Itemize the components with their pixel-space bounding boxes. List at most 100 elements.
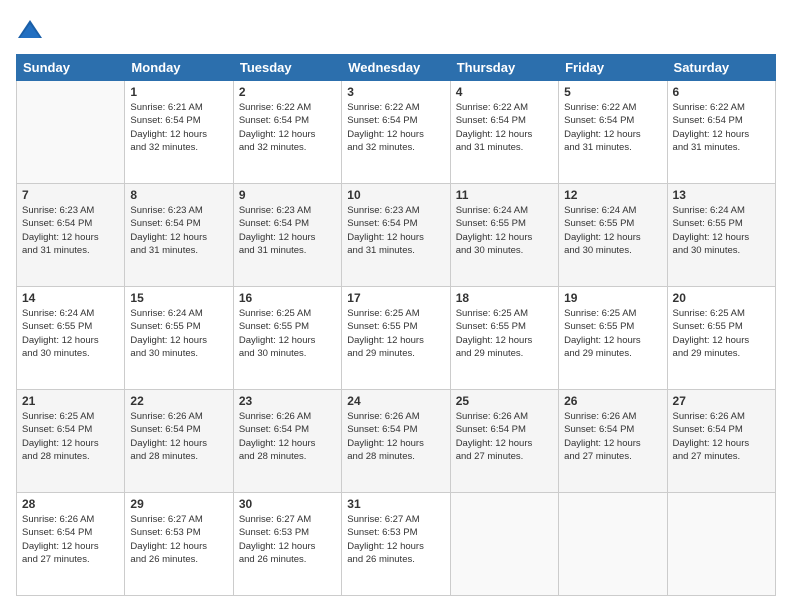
- day-number: 15: [130, 291, 227, 305]
- calendar-cell: 8Sunrise: 6:23 AM Sunset: 6:54 PM Daylig…: [125, 184, 233, 287]
- calendar-cell: 1 Sunrise: 6:21 AM Sunset: 6:54 PM Daylig…: [125, 81, 233, 184]
- day-info: Sunrise: 6:23 AM Sunset: 6:54 PM Dayligh…: [239, 204, 336, 257]
- day-info: Sunrise: 6:24 AM Sunset: 6:55 PM Dayligh…: [22, 307, 119, 360]
- logo: [16, 16, 46, 44]
- calendar-cell: 2 Sunrise: 6:22 AM Sunset: 6:54 PM Daylig…: [233, 81, 341, 184]
- day-info: Sunrise: 6:24 AM Sunset: 6:55 PM Dayligh…: [456, 204, 553, 257]
- day-info: Sunrise: 6:26 AM Sunset: 6:54 PM Dayligh…: [22, 513, 119, 566]
- day-info: Sunrise: 6:25 AM Sunset: 6:55 PM Dayligh…: [239, 307, 336, 360]
- calendar-cell: 12 Sunrise: 6:24 AM Sunset: 6:55 PM Dayli…: [559, 184, 667, 287]
- day-number: 9: [239, 188, 336, 202]
- calendar-cell: 9 Sunrise: 6:23 AM Sunset: 6:54 PM Daylig…: [233, 184, 341, 287]
- day-info: Sunrise: 6:22 AM Sunset: 6:54 PM Dayligh…: [239, 101, 336, 154]
- calendar-cell: 4Sunrise: 6:22 AM Sunset: 6:54 PM Daylig…: [450, 81, 558, 184]
- col-header-saturday: Saturday: [667, 55, 775, 81]
- day-info: Sunrise: 6:26 AM Sunset: 6:54 PM Dayligh…: [456, 410, 553, 463]
- day-number: 21: [22, 394, 119, 408]
- day-info: Sunrise: 6:22 AM Sunset: 6:54 PM Dayligh…: [564, 101, 661, 154]
- day-info: Sunrise: 6:23 AM Sunset: 6:54 PM Dayligh…: [130, 204, 227, 257]
- day-info: Sunrise: 6:25 AM Sunset: 6:55 PM Dayligh…: [456, 307, 553, 360]
- day-info: Sunrise: 6:24 AM Sunset: 6:55 PM Dayligh…: [564, 204, 661, 257]
- calendar-cell: 24Sunrise: 6:26 AM Sunset: 6:54 PM Dayli…: [342, 390, 450, 493]
- calendar-cell: 13 Sunrise: 6:24 AM Sunset: 6:55 PM Dayli…: [667, 184, 775, 287]
- page: SundayMondayTuesdayWednesdayThursdayFrid…: [0, 0, 792, 612]
- day-info: Sunrise: 6:25 AM Sunset: 6:54 PM Dayligh…: [22, 410, 119, 463]
- day-info: Sunrise: 6:26 AM Sunset: 6:54 PM Dayligh…: [130, 410, 227, 463]
- col-header-sunday: Sunday: [17, 55, 125, 81]
- day-info: Sunrise: 6:21 AM Sunset: 6:54 PM Dayligh…: [130, 101, 227, 154]
- day-info: Sunrise: 6:27 AM Sunset: 6:53 PM Dayligh…: [239, 513, 336, 566]
- day-number: 30: [239, 497, 336, 511]
- day-number: 1: [130, 85, 227, 99]
- calendar-cell: [559, 493, 667, 596]
- calendar-cell: 3 Sunrise: 6:22 AM Sunset: 6:54 PM Daylig…: [342, 81, 450, 184]
- day-number: 6: [673, 85, 770, 99]
- calendar-week-4: 21 Sunrise: 6:25 AM Sunset: 6:54 PM Dayli…: [17, 390, 776, 493]
- day-info: Sunrise: 6:24 AM Sunset: 6:55 PM Dayligh…: [130, 307, 227, 360]
- col-header-tuesday: Tuesday: [233, 55, 341, 81]
- calendar-cell: 6 Sunrise: 6:22 AM Sunset: 6:54 PM Daylig…: [667, 81, 775, 184]
- day-info: Sunrise: 6:22 AM Sunset: 6:54 PM Dayligh…: [673, 101, 770, 154]
- col-header-monday: Monday: [125, 55, 233, 81]
- day-info: Sunrise: 6:25 AM Sunset: 6:55 PM Dayligh…: [347, 307, 444, 360]
- calendar-week-3: 14 Sunrise: 6:24 AM Sunset: 6:55 PM Dayli…: [17, 287, 776, 390]
- calendar-header-row: SundayMondayTuesdayWednesdayThursdayFrid…: [17, 55, 776, 81]
- calendar-cell: 31 Sunrise: 6:27 AM Sunset: 6:53 PM Dayli…: [342, 493, 450, 596]
- day-number: 3: [347, 85, 444, 99]
- day-info: Sunrise: 6:23 AM Sunset: 6:54 PM Dayligh…: [22, 204, 119, 257]
- calendar-cell: 26 Sunrise: 6:26 AM Sunset: 6:54 PM Dayli…: [559, 390, 667, 493]
- calendar-table: SundayMondayTuesdayWednesdayThursdayFrid…: [16, 54, 776, 596]
- day-info: Sunrise: 6:23 AM Sunset: 6:54 PM Dayligh…: [347, 204, 444, 257]
- day-number: 27: [673, 394, 770, 408]
- calendar-cell: 10 Sunrise: 6:23 AM Sunset: 6:54 PM Dayli…: [342, 184, 450, 287]
- calendar-cell: 30 Sunrise: 6:27 AM Sunset: 6:53 PM Dayli…: [233, 493, 341, 596]
- calendar-week-2: 7 Sunrise: 6:23 AM Sunset: 6:54 PM Daylig…: [17, 184, 776, 287]
- day-number: 13: [673, 188, 770, 202]
- col-header-wednesday: Wednesday: [342, 55, 450, 81]
- day-info: Sunrise: 6:27 AM Sunset: 6:53 PM Dayligh…: [130, 513, 227, 566]
- day-info: Sunrise: 6:22 AM Sunset: 6:54 PM Dayligh…: [347, 101, 444, 154]
- day-number: 31: [347, 497, 444, 511]
- day-number: 11: [456, 188, 553, 202]
- day-number: 20: [673, 291, 770, 305]
- calendar-cell: 15 Sunrise: 6:24 AM Sunset: 6:55 PM Dayli…: [125, 287, 233, 390]
- calendar-cell: [667, 493, 775, 596]
- day-number: 5: [564, 85, 661, 99]
- col-header-friday: Friday: [559, 55, 667, 81]
- day-number: 10: [347, 188, 444, 202]
- calendar-cell: 22 Sunrise: 6:26 AM Sunset: 6:54 PM Dayli…: [125, 390, 233, 493]
- calendar-week-1: 1 Sunrise: 6:21 AM Sunset: 6:54 PM Daylig…: [17, 81, 776, 184]
- day-number: 19: [564, 291, 661, 305]
- calendar-cell: [450, 493, 558, 596]
- day-info: Sunrise: 6:24 AM Sunset: 6:55 PM Dayligh…: [673, 204, 770, 257]
- calendar-cell: 25 Sunrise: 6:26 AM Sunset: 6:54 PM Dayli…: [450, 390, 558, 493]
- day-info: Sunrise: 6:25 AM Sunset: 6:55 PM Dayligh…: [673, 307, 770, 360]
- calendar-cell: 5 Sunrise: 6:22 AM Sunset: 6:54 PM Daylig…: [559, 81, 667, 184]
- calendar-cell: 20 Sunrise: 6:25 AM Sunset: 6:55 PM Dayli…: [667, 287, 775, 390]
- day-number: 14: [22, 291, 119, 305]
- calendar-cell: 16 Sunrise: 6:25 AM Sunset: 6:55 PM Dayli…: [233, 287, 341, 390]
- calendar-cell: 23Sunrise: 6:26 AM Sunset: 6:54 PM Dayli…: [233, 390, 341, 493]
- day-info: Sunrise: 6:26 AM Sunset: 6:54 PM Dayligh…: [564, 410, 661, 463]
- calendar-cell: 11 Sunrise: 6:24 AM Sunset: 6:55 PM Dayli…: [450, 184, 558, 287]
- calendar-cell: 14 Sunrise: 6:24 AM Sunset: 6:55 PM Dayli…: [17, 287, 125, 390]
- day-number: 16: [239, 291, 336, 305]
- day-info: Sunrise: 6:27 AM Sunset: 6:53 PM Dayligh…: [347, 513, 444, 566]
- calendar-cell: 7 Sunrise: 6:23 AM Sunset: 6:54 PM Daylig…: [17, 184, 125, 287]
- day-number: 28: [22, 497, 119, 511]
- calendar-cell: 19 Sunrise: 6:25 AM Sunset: 6:55 PM Dayli…: [559, 287, 667, 390]
- calendar-cell: 27Sunrise: 6:26 AM Sunset: 6:54 PM Dayli…: [667, 390, 775, 493]
- day-number: 26: [564, 394, 661, 408]
- day-info: Sunrise: 6:25 AM Sunset: 6:55 PM Dayligh…: [564, 307, 661, 360]
- day-number: 22: [130, 394, 227, 408]
- day-number: 17: [347, 291, 444, 305]
- day-info: Sunrise: 6:22 AM Sunset: 6:54 PM Dayligh…: [456, 101, 553, 154]
- day-number: 25: [456, 394, 553, 408]
- day-number: 2: [239, 85, 336, 99]
- day-number: 29: [130, 497, 227, 511]
- day-number: 12: [564, 188, 661, 202]
- calendar-cell: 18Sunrise: 6:25 AM Sunset: 6:55 PM Dayli…: [450, 287, 558, 390]
- logo-icon: [16, 16, 44, 44]
- calendar-week-5: 28 Sunrise: 6:26 AM Sunset: 6:54 PM Dayli…: [17, 493, 776, 596]
- day-number: 7: [22, 188, 119, 202]
